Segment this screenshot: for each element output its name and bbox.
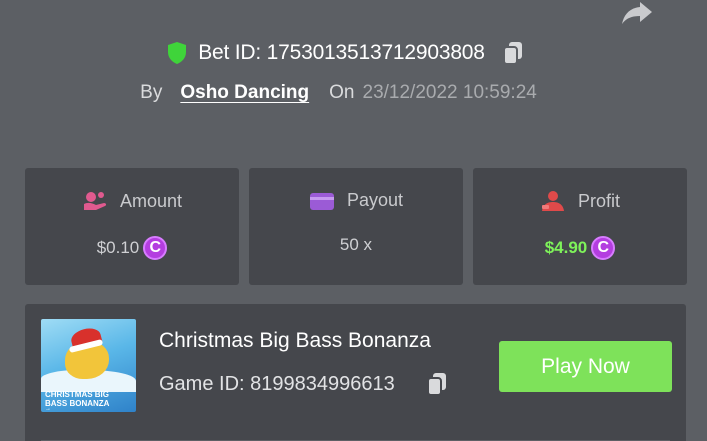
- coin-icon: C: [591, 236, 616, 260]
- amount-label: Amount: [119, 190, 183, 211]
- payout-value: 50 x: [339, 235, 373, 254]
- bet-meta-row: By Osho Dancing On 23/12/2022 10:59:24: [0, 82, 707, 104]
- amount-value: $0.10: [96, 238, 140, 257]
- profit-card: Profit $4.90 C: [473, 168, 687, 285]
- payout-label: Payout: [346, 190, 404, 210]
- profit-value: $4.90: [544, 238, 588, 257]
- amount-card: Amount $0.10 C: [25, 168, 239, 285]
- by-label: By: [140, 82, 163, 103]
- game-title: Christmas Big Bass Bonanza: [159, 329, 431, 352]
- game-thumbnail[interactable]: CHRISTMAS BIG BASS BONANZA →: [41, 319, 136, 412]
- bet-id: Bet ID: 1753013513712903808: [198, 41, 485, 64]
- game-panel: CHRISTMAS BIG BASS BONANZA → Christmas B…: [25, 304, 686, 441]
- username-link[interactable]: Osho Dancing: [180, 82, 309, 104]
- share-icon: [622, 2, 652, 24]
- coin-icon: C: [143, 236, 168, 260]
- game-id: Game ID: 8199834996613: [159, 372, 395, 395]
- copy-icon: [502, 42, 522, 65]
- share-button[interactable]: [619, 0, 655, 28]
- copy-icon: [426, 373, 446, 396]
- money-hand-icon: [83, 192, 107, 210]
- bet-date: 23/12/2022 10:59:24: [362, 82, 537, 103]
- game-id-row: Game ID: 8199834996613: [159, 371, 449, 397]
- thumbnail-cta: →: [45, 406, 51, 412]
- play-now-button[interactable]: Play Now: [499, 341, 672, 392]
- bet-id-row: Bet ID: 1753013513712903808: [0, 40, 707, 66]
- stats-row: Amount $0.10 C Payout 50 x Profit $4.90 …: [25, 168, 687, 285]
- copy-bet-id-button[interactable]: [501, 40, 525, 66]
- card-icon: [309, 192, 334, 210]
- profit-label: Profit: [577, 190, 620, 211]
- user-profit-icon: [541, 191, 564, 211]
- payout-card: Payout 50 x: [249, 168, 463, 285]
- shield-icon: [168, 42, 187, 64]
- thumbnail-text: CHRISTMAS BIG BASS BONANZA: [45, 390, 110, 408]
- copy-game-id-button[interactable]: [425, 371, 449, 397]
- on-label: On: [329, 82, 355, 103]
